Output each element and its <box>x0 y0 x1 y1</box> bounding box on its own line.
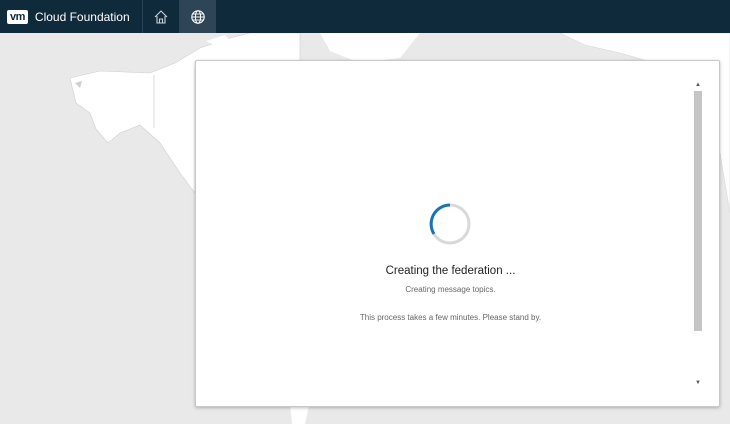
top-navigation-bar: vm Cloud Foundation <box>0 0 730 33</box>
scroll-up-arrow[interactable]: ▲ <box>694 81 702 89</box>
app-title: Cloud Foundation <box>34 9 130 24</box>
dialog-content: Creating the federation ... Creating mes… <box>196 61 705 406</box>
scrollbar[interactable]: ▲ ▼ <box>694 81 702 387</box>
progress-dialog: Creating the federation ... Creating mes… <box>195 60 720 407</box>
status-message: Creating message topics. <box>405 285 496 294</box>
nav-globe[interactable] <box>178 0 216 33</box>
scroll-down-arrow[interactable]: ▼ <box>694 379 702 387</box>
dialog-title: Creating the federation ... <box>385 265 516 277</box>
loading-spinner <box>429 203 471 245</box>
brand[interactable]: vm Cloud Foundation <box>0 0 130 33</box>
vmware-logo: vm <box>7 9 28 24</box>
header-nav <box>141 0 216 33</box>
home-icon <box>154 9 168 24</box>
scrollbar-thumb[interactable] <box>694 91 702 331</box>
globe-icon <box>190 9 205 24</box>
nav-home[interactable] <box>141 0 179 33</box>
standby-note: This process takes a few minutes. Please… <box>359 313 542 322</box>
